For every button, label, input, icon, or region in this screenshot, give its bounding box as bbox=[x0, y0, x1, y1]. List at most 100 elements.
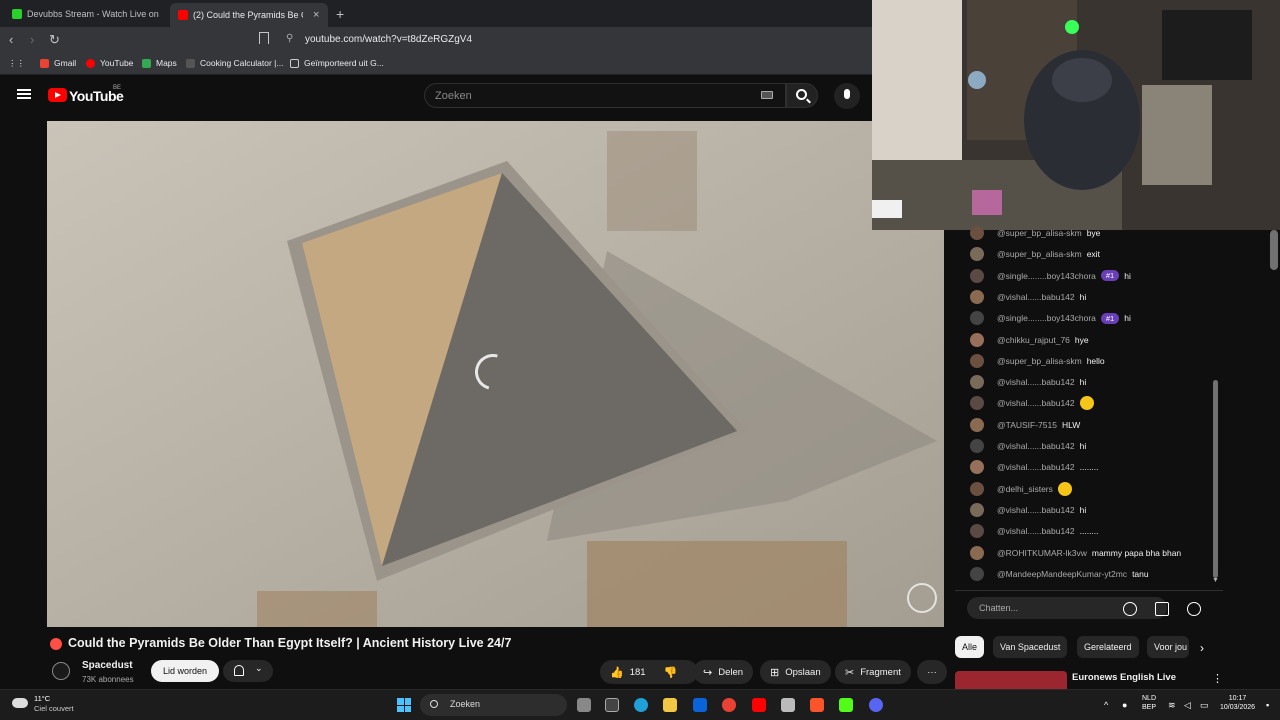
chat-message[interactable]: @super_bp_alisa-skm bye bbox=[970, 224, 1100, 242]
volume-icon[interactable]: ◁ bbox=[1184, 700, 1191, 711]
chat-message[interactable]: @TAUSIF-7515 HLW bbox=[970, 416, 1080, 434]
chat-author[interactable]: @vishal......babu142 bbox=[997, 377, 1075, 387]
bookmark-cooking[interactable]: Cooking Calculator |... bbox=[186, 58, 283, 68]
chat-author[interactable]: @TAUSIF-7515 bbox=[997, 420, 1057, 430]
chat-author[interactable]: @vishal......babu142 bbox=[997, 292, 1075, 302]
youtube-app-icon[interactable] bbox=[752, 698, 766, 712]
chat-author[interactable]: @vishal......babu142 bbox=[997, 398, 1075, 408]
task-view-icon[interactable] bbox=[577, 698, 591, 712]
chat-author[interactable]: @vishal......babu142 bbox=[997, 462, 1075, 472]
kick-app-icon[interactable] bbox=[839, 698, 853, 712]
emoji-icon[interactable] bbox=[1123, 602, 1137, 616]
store-icon[interactable] bbox=[605, 698, 619, 712]
chip-for-you[interactable]: Voor jou bbox=[1147, 636, 1189, 658]
chat-avatar[interactable] bbox=[970, 545, 984, 560]
notification-icon[interactable]: ▪ bbox=[1266, 700, 1269, 710]
scroll-down-icon[interactable]: ▼ bbox=[1212, 577, 1219, 584]
chat-author[interactable]: @vishal......babu142 bbox=[997, 441, 1075, 451]
tab-youtube[interactable]: (2) Could the Pyramids Be Ol × bbox=[170, 3, 328, 27]
chat-avatar[interactable] bbox=[970, 439, 984, 453]
chat-message[interactable]: @single........boy143chora #1 hi bbox=[970, 267, 1131, 285]
url-field[interactable]: youtube.com/watch?v=t8dZeRGZgV4 bbox=[305, 34, 472, 45]
tray-overflow-icon[interactable]: ^ bbox=[1104, 700, 1108, 710]
heart-icon[interactable] bbox=[1187, 602, 1201, 616]
outlook-icon[interactable] bbox=[693, 698, 707, 712]
chat-avatar[interactable] bbox=[970, 268, 984, 283]
chat-message[interactable]: @delhi_sisters bbox=[970, 480, 1072, 498]
chat-author[interactable]: @super_bp_alisa-skm bbox=[997, 249, 1082, 259]
chat-author[interactable]: @super_bp_alisa-skm bbox=[997, 356, 1082, 366]
more-actions-button[interactable]: ··· bbox=[917, 660, 947, 684]
keyboard-icon[interactable] bbox=[761, 91, 773, 99]
battery-icon[interactable]: ▭ bbox=[1200, 700, 1209, 711]
bookmark-icon[interactable] bbox=[259, 32, 269, 44]
youtube-logo-icon[interactable] bbox=[48, 88, 67, 102]
chat-author[interactable]: @ROHITKUMAR-lk3vw bbox=[997, 548, 1087, 558]
chat-author[interactable]: @MandeepMandeepKumar-yt2mc bbox=[997, 569, 1127, 579]
page-scrollbar[interactable] bbox=[1270, 230, 1278, 270]
chat-avatar[interactable] bbox=[970, 481, 984, 496]
clip-button[interactable]: ✂ Fragment bbox=[835, 660, 911, 684]
weather-condition[interactable]: Ciel couvert bbox=[34, 704, 74, 713]
chat-avatar[interactable] bbox=[970, 524, 984, 539]
taskbar-search[interactable]: Zoeken bbox=[420, 694, 567, 716]
tab-devubbs[interactable]: Devubbs Stream - Watch Live on bbox=[4, 4, 166, 24]
site-info-icon[interactable]: ⚲ bbox=[286, 33, 293, 44]
chat-avatar[interactable] bbox=[970, 375, 984, 390]
chat-message[interactable]: @vishal......babu142........ bbox=[970, 458, 1099, 476]
back-icon[interactable]: ‹ bbox=[9, 32, 13, 47]
notifications-button[interactable]: ⌄ bbox=[223, 660, 273, 682]
chat-message[interactable]: @vishal......babu142 hi bbox=[970, 501, 1086, 519]
clock[interactable]: 10:17 10/03/2026 bbox=[1220, 694, 1255, 712]
chat-avatar[interactable] bbox=[970, 566, 984, 581]
recommendation-title[interactable]: Euronews English Live bbox=[1072, 672, 1176, 683]
search-input[interactable]: Zoeken bbox=[424, 83, 786, 108]
save-button[interactable]: ⊞ Opslaan bbox=[760, 660, 831, 684]
chip-all[interactable]: Alle bbox=[955, 636, 985, 658]
chat-message[interactable]: @single........boy143chora #1 hi bbox=[970, 309, 1131, 327]
windows-start-icon[interactable] bbox=[397, 698, 411, 712]
chat-input[interactable]: Chatten... bbox=[967, 597, 1167, 619]
chat-avatar[interactable] bbox=[970, 417, 984, 432]
chat-message[interactable]: @chikku_rajput_76 hye bbox=[970, 331, 1089, 349]
calculator-icon[interactable] bbox=[781, 698, 795, 712]
channel-name[interactable]: Spacedust bbox=[82, 660, 133, 671]
thumbs-up-icon[interactable]: 👍 bbox=[610, 666, 624, 679]
location-icon[interactable]: ● bbox=[1122, 700, 1127, 710]
search-button[interactable] bbox=[786, 83, 818, 108]
channel-watermark-icon[interactable] bbox=[907, 583, 937, 613]
bookmark-gmail[interactable]: Gmail bbox=[40, 58, 76, 68]
chip-related[interactable]: Gerelateerd bbox=[1077, 636, 1139, 658]
more-vert-icon[interactable]: ⋮ bbox=[1212, 672, 1223, 685]
chat-avatar[interactable] bbox=[970, 311, 984, 326]
chat-message[interactable]: @vishal......babu142 hi bbox=[970, 373, 1086, 391]
reload-icon[interactable]: ↻ bbox=[49, 32, 60, 48]
new-tab-button[interactable]: + bbox=[336, 6, 344, 22]
cloud-icon[interactable] bbox=[12, 698, 28, 708]
chat-message[interactable]: @vishal......babu142 hi bbox=[970, 437, 1086, 455]
chip-from-channel[interactable]: Van Spacedust bbox=[993, 636, 1068, 658]
bookmark-folder[interactable]: Geïmporteerd uit G... bbox=[290, 58, 384, 68]
chat-author[interactable]: @delhi_sisters bbox=[997, 484, 1053, 494]
chat-avatar[interactable] bbox=[970, 226, 984, 240]
chat-message[interactable]: @vishal......babu142........ bbox=[970, 522, 1099, 540]
super-chat-icon[interactable] bbox=[1155, 602, 1169, 616]
join-button[interactable]: Lid worden bbox=[151, 660, 219, 682]
voice-search-button[interactable] bbox=[834, 83, 860, 109]
apps-icon[interactable]: ⋮⋮ bbox=[8, 58, 25, 69]
chat-avatar[interactable] bbox=[970, 502, 984, 517]
wifi-icon[interactable]: ≋ bbox=[1168, 700, 1176, 711]
chat-author[interactable]: @single........boy143chora bbox=[997, 271, 1096, 281]
chat-message[interactable]: @super_bp_alisa-skm hello bbox=[970, 352, 1105, 370]
recommendation-thumbnail[interactable] bbox=[955, 671, 1067, 689]
chat-message[interactable]: @ROHITKUMAR-lk3vw mammy papa bha bhan bbox=[970, 544, 1181, 562]
chat-author[interactable]: @single........boy143chora bbox=[997, 313, 1096, 323]
chat-author[interactable]: @super_bp_alisa-skm bbox=[997, 228, 1082, 238]
chat-avatar[interactable] bbox=[970, 289, 984, 304]
channel-avatar[interactable] bbox=[52, 662, 70, 680]
chat-scrollbar[interactable] bbox=[1213, 380, 1218, 578]
forward-icon[interactable]: › bbox=[30, 32, 34, 47]
close-tab-icon[interactable]: × bbox=[313, 9, 319, 21]
chat-author[interactable]: @vishal......babu142 bbox=[997, 526, 1075, 536]
chat-avatar[interactable] bbox=[970, 247, 984, 262]
